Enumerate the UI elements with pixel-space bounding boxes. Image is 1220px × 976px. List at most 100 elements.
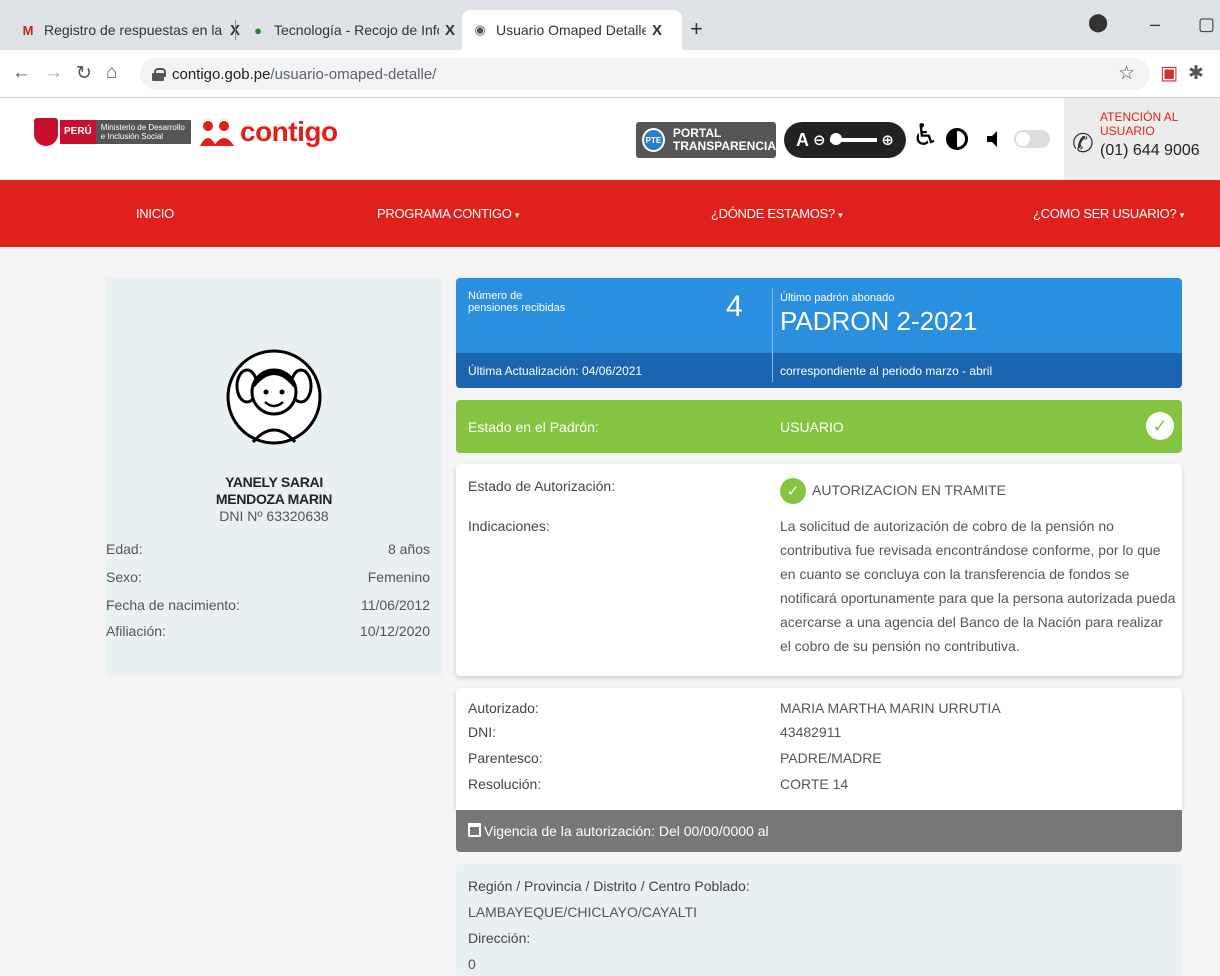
chevron-down-icon: ▾: [838, 210, 843, 220]
browser-tab-tecnologia[interactable]: ● Tecnología - Recojo de Información X: [240, 10, 465, 50]
row-label: Autorizado:: [468, 700, 539, 716]
peru-shield-icon: [34, 118, 58, 146]
browser-tab-gmail[interactable]: M Registro de respuestas en la plataform…: [10, 10, 250, 50]
speaker-icon[interactable]: [985, 130, 1003, 148]
row-label: Sexo:: [106, 569, 142, 585]
forward-icon[interactable]: →: [44, 62, 63, 84]
browser-tab-active[interactable]: ◉ Usuario Omaped Detalle – Programa Cont…: [462, 10, 682, 50]
last-padron-value: PADRON 2-2021: [780, 306, 978, 336]
url-host: contigo.gob.pe: [172, 65, 271, 83]
text-zoom-control[interactable]: A ⊖ ⊕: [784, 122, 906, 158]
last-padron-label: Último padrón abonado: [780, 292, 895, 304]
authorization-value: AUTORIZACION EN TRAMITE: [812, 482, 1006, 498]
profile-name-line2: MENDOZA MARIN: [215, 491, 333, 507]
row-label: Resolución:: [468, 776, 542, 792]
region-label: Región / Provincia / Distrito / Centro P…: [468, 878, 750, 894]
contigo-logo[interactable]: contigo: [240, 116, 338, 148]
profile-name-line1: YANELY SARAI: [225, 474, 323, 490]
validity-text: Vigencia de la autorización: Del 00/00/0…: [484, 823, 769, 839]
nav-item-programa-contigo[interactable]: PROGRAMA CONTIGO ▾: [377, 206, 519, 221]
close-tab-icon[interactable]: X: [445, 22, 455, 39]
nav-label: ¿DÓNDE ESTAMOS?: [711, 206, 835, 221]
zoom-in-icon[interactable]: ⊕: [881, 131, 894, 149]
back-icon[interactable]: ←: [12, 62, 31, 84]
attention-label-line1: ATENCIÓN AL: [1100, 110, 1179, 124]
profile-name: YANELY SARAI MENDOZA MARIN: [106, 474, 442, 508]
government-logo[interactable]: PERÚ Ministerio de Desarrollo e Inclusió…: [60, 120, 191, 144]
pension-summary-panel: Número de pensiones recibidas 4 Último p…: [456, 278, 1182, 388]
status-label: Estado en el Padrón:: [468, 419, 599, 435]
address-label: Dirección:: [468, 930, 531, 946]
girl-avatar-icon: [226, 349, 322, 445]
authorized-person-panel: Autorizado: MARIA MARTHA MARIN URRUTIA D…: [456, 688, 1182, 810]
row-value: Femenino: [367, 569, 430, 585]
reload-icon[interactable]: ↻: [76, 62, 92, 85]
indications-text: La solicitud de autorización de cobro de…: [780, 518, 1176, 654]
nav-item-donde-estamos[interactable]: ¿DÓNDE ESTAMOS? ▾: [711, 206, 843, 221]
authorization-panel: Estado de Autorización: ✓ AUTORIZACION E…: [456, 464, 1182, 676]
pension-count-label-line2: pensiones recibidas: [468, 302, 566, 314]
row-label: Parentesco:: [468, 750, 543, 766]
peru-label: PERÚ: [60, 120, 96, 144]
row-value: PADRE/MADRE: [780, 750, 882, 766]
site-header: PERÚ Ministerio de Desarrollo e Inclusió…: [0, 98, 1220, 180]
phone-icon: ✆: [1072, 128, 1094, 158]
zoom-out-icon[interactable]: ⊖: [813, 131, 826, 149]
indications-label: Indicaciones:: [468, 518, 550, 534]
nav-item-como-ser-usuario[interactable]: ¿COMO SER USUARIO? ▾: [1033, 206, 1184, 221]
attention-label-line2: USUARIO: [1100, 124, 1155, 138]
url-path: /usuario-omaped-detalle/: [270, 65, 437, 83]
profile-icon[interactable]: ⬤: [1088, 12, 1108, 33]
close-tab-icon[interactable]: X: [652, 22, 662, 39]
row-label: Afiliación:: [106, 623, 166, 639]
pdf-extension-icon[interactable]: ▣: [1160, 62, 1178, 85]
check-circle-icon: ✓: [780, 478, 806, 504]
portal-transparencia-button[interactable]: PTE PORTAL TRANSPARENCIA: [636, 122, 776, 158]
contrast-icon[interactable]: [946, 128, 968, 150]
new-tab-icon[interactable]: +: [690, 16, 703, 42]
authorization-label: Estado de Autorización:: [468, 478, 616, 494]
site-favicon-icon: ●: [254, 22, 262, 38]
audio-toggle[interactable]: [1014, 130, 1050, 148]
nav-item-inicio[interactable]: INICIO: [136, 206, 174, 221]
maximize-icon[interactable]: ▢: [1198, 14, 1215, 35]
minimize-icon[interactable]: –: [1150, 14, 1160, 35]
contigo-people-icon: [200, 121, 234, 146]
profile-dni: DNI Nº 63320638: [219, 508, 329, 524]
pension-count: 4: [726, 290, 743, 323]
browser-address-bar: ← → ↻ ⌂ contigo.gob.pe /usuario-omaped-d…: [0, 50, 1220, 98]
row-label: DNI:: [468, 724, 496, 740]
tab-title: Tecnología - Recojo de Información: [274, 22, 439, 38]
row-value: 11/06/2012: [360, 597, 430, 613]
gmail-icon: M: [22, 22, 34, 38]
lock-icon: [152, 68, 166, 81]
status-panel: Estado en el Padrón: USUARIO ✓: [456, 400, 1182, 453]
period-label: correspondiente al periodo marzo - abril: [780, 364, 993, 378]
main-nav: INICIO PROGRAMA CONTIGO ▾ ¿DÓNDE ESTAMOS…: [0, 180, 1220, 247]
ministry-label: Ministerio de Desarrollo e Inclusión Soc…: [95, 120, 191, 144]
check-circle-icon: ✓: [1146, 412, 1174, 440]
home-icon[interactable]: ⌂: [106, 62, 117, 84]
attention-panel[interactable]: ✆ ATENCIÓN AL USUARIO (01) 644 9006: [1064, 98, 1220, 180]
globe-icon: ◉: [474, 22, 486, 37]
row-value: 8 años: [387, 541, 430, 557]
phone-number: (01) 644 9006: [1100, 142, 1200, 159]
profile-card: YANELY SARAI MENDOZA MARIN DNI Nº 633206…: [106, 278, 442, 676]
region-value: LAMBAYEQUE/CHICLAYO/CAYALTI: [468, 904, 697, 920]
nav-label: INICIO: [136, 206, 174, 221]
portal-label-line2: TRANSPARENCIA: [672, 139, 776, 153]
accessibility-icon[interactable]: ♿: [912, 118, 939, 153]
url-input[interactable]: contigo.gob.pe /usuario-omaped-detalle/: [140, 58, 1150, 90]
chevron-down-icon: ▾: [1179, 210, 1185, 220]
browser-tab-bar: M Registro de respuestas en la plataform…: [0, 0, 1220, 50]
zoom-slider[interactable]: [829, 133, 878, 145]
pension-count-label-line1: Número de: [468, 290, 523, 302]
zoom-label: A: [796, 129, 809, 150]
row-label: Fecha de nacimiento:: [106, 597, 240, 613]
bookmark-star-icon[interactable]: ☆: [1118, 62, 1135, 85]
row-label: Edad:: [106, 541, 143, 557]
location-panel: Región / Provincia / Distrito / Centro P…: [456, 864, 1182, 976]
extensions-icon[interactable]: ✱: [1188, 62, 1204, 85]
chevron-down-icon: ▾: [514, 210, 520, 220]
pte-badge: PTE: [642, 128, 665, 152]
